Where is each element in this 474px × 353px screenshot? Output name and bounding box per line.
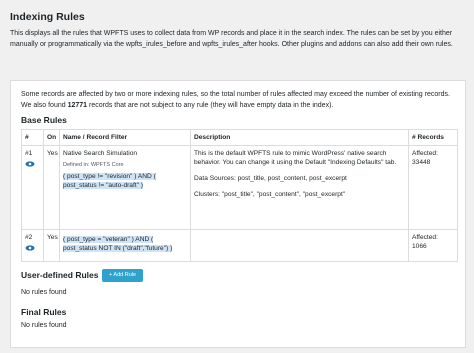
rule-records: Affected: 33448 xyxy=(408,145,458,230)
rules-panel: Some records are affected by two or more… xyxy=(10,80,466,348)
rule-defined-in: Defined in: WPFTS Core xyxy=(63,162,124,168)
page-title: Indexing Rules xyxy=(10,11,85,23)
base-rules-heading: Base Rules xyxy=(21,115,67,125)
table-row: #1 Yes Native Search Simulation Defined … xyxy=(21,145,458,230)
note-text-after: records that are not subject to any rule… xyxy=(87,102,334,109)
rule-num-cell: #1 xyxy=(21,145,44,230)
filter-line-2: post_status != "auto-draft" ) xyxy=(63,182,144,189)
col-header-description: Description xyxy=(190,129,409,146)
user-rules-heading: User-defined Rules xyxy=(21,270,99,280)
rule-filter: ( post_type = "veteran" ) AND ( post_sta… xyxy=(63,235,187,253)
rule-num: #1 xyxy=(25,150,33,157)
eye-icon[interactable] xyxy=(25,161,35,167)
table-header-row: # On Name / Record Filter Description # … xyxy=(21,129,458,146)
eye-icon[interactable] xyxy=(25,245,35,251)
rule-name: Native Search Simulation xyxy=(63,150,138,157)
page-intro: This displays all the rules that WPFTS u… xyxy=(10,30,453,48)
rule-description: This is the default WPFTS rule to mimic … xyxy=(190,145,409,230)
rule-on: Yes xyxy=(43,229,60,262)
filter-line-1: ( post_type != "revision" ) AND ( xyxy=(63,173,156,180)
rule-num: #2 xyxy=(25,234,33,241)
affected-count: 1066 xyxy=(412,243,427,250)
rule-num-cell: #2 xyxy=(21,229,44,262)
filter-line-1: ( post_type = "veteran" ) AND ( xyxy=(63,236,154,243)
affected-count: 33448 xyxy=(412,159,431,166)
final-rules-heading: Final Rules xyxy=(21,307,67,317)
affected-label: Affected: xyxy=(412,150,438,157)
desc-clusters: Clusters: "post_title", "post_content", … xyxy=(194,191,346,198)
final-rules-empty: No rules found xyxy=(21,322,67,329)
rule-filter: ( post_type != "revision" ) AND ( post_s… xyxy=(63,172,187,190)
table-row: #2 Yes ( post_type = "veteran" ) AND ( p… xyxy=(21,229,458,262)
affected-label: Affected: xyxy=(412,234,438,241)
add-rule-button[interactable]: + Add Rule xyxy=(102,269,143,282)
filter-line-2: post_status NOT IN ("draft","future") ) xyxy=(63,245,173,252)
col-header-records: # Records xyxy=(408,129,458,146)
desc-text: This is the default WPFTS rule to mimic … xyxy=(194,150,397,166)
col-header-name: Name / Record Filter xyxy=(59,129,191,146)
rule-name-cell: ( post_type = "veteran" ) AND ( post_sta… xyxy=(59,229,191,262)
col-header-num: # xyxy=(21,129,44,146)
desc-data-sources: Data Sources: post_title, post_content, … xyxy=(194,175,347,182)
base-rules-table: # On Name / Record Filter Description # … xyxy=(21,129,458,262)
records-note: Some records are affected by two or more… xyxy=(21,89,461,111)
user-rules-empty: No rules found xyxy=(21,289,67,296)
rule-on: Yes xyxy=(43,145,60,230)
rule-description xyxy=(190,229,409,262)
col-header-on: On xyxy=(43,129,60,146)
unmatched-count: 12771 xyxy=(67,102,88,109)
rule-name-cell: Native Search Simulation Defined in: WPF… xyxy=(59,145,191,230)
rule-records: Affected: 1066 xyxy=(408,229,458,262)
